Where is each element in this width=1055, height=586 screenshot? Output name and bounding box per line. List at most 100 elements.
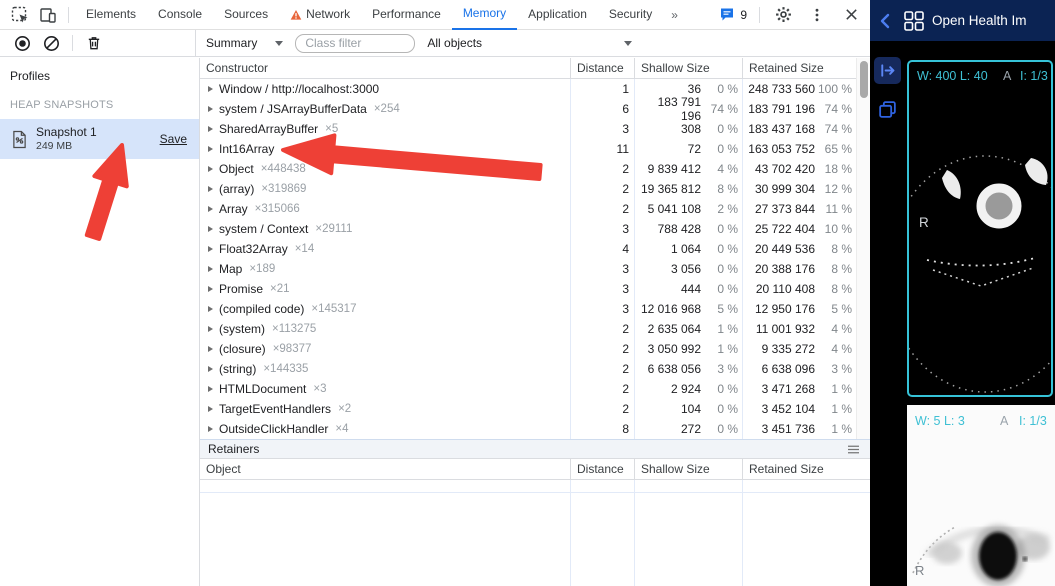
disclosure-triangle-icon[interactable] [208, 186, 213, 192]
column-distance[interactable]: Distance [570, 58, 634, 78]
table-row[interactable]: TargetEventHandlers ×2 2 104 0 % 3 452 1… [200, 399, 856, 419]
table-row[interactable]: system / Context ×29111 3 788 428 0 % 25… [200, 219, 856, 239]
shallow-size-percent: 3 % [701, 362, 738, 376]
shallow-size-percent: 0 % [701, 402, 738, 416]
disclosure-triangle-icon[interactable] [208, 206, 213, 212]
shallow-size-value: 272 [635, 422, 701, 436]
clear-icon[interactable] [43, 35, 60, 52]
table-row[interactable]: (string) ×144335 2 6 638 056 3 % 6 638 0… [200, 359, 856, 379]
shallow-size-percent: 0 % [701, 422, 738, 436]
kebab-menu-icon[interactable] [808, 6, 826, 24]
constructor-name: HTMLDocument [219, 382, 306, 396]
viewport-ct-axial[interactable]: W: 400 L: 40 A I: 1/3 R [907, 60, 1053, 397]
column-shallow-size[interactable]: Shallow Size [634, 58, 742, 78]
perspective-select[interactable]: Summary [206, 36, 283, 50]
objects-scope-select[interactable]: All objects [427, 36, 632, 50]
snapshot-item[interactable]: Snapshot 1 249 MB Save [0, 119, 199, 159]
tab-performance[interactable]: Performance [361, 0, 452, 30]
table-row[interactable]: Map ×189 3 3 056 0 % 20 388 176 8 % [200, 259, 856, 279]
delete-icon[interactable] [85, 35, 102, 52]
disclosure-triangle-icon[interactable] [208, 86, 213, 92]
disclosure-triangle-icon[interactable] [208, 346, 213, 352]
distance-value: 2 [570, 359, 634, 379]
table-row[interactable]: (closure) ×98377 2 3 050 992 1 % 9 335 2… [200, 339, 856, 359]
viewport-pet-axial[interactable]: W: 5 L: 3 A I: 1/3 R [907, 405, 1055, 586]
distance-value: 2 [570, 399, 634, 419]
class-filter-input[interactable] [295, 34, 415, 53]
tab-sources[interactable]: Sources [213, 0, 279, 30]
tab-memory[interactable]: Memory [452, 0, 517, 30]
column-retained-size[interactable]: Retained Size [742, 58, 856, 78]
disclosure-triangle-icon[interactable] [208, 226, 213, 232]
table-row[interactable]: SharedArrayBuffer ×5 3 308 0 % 183 437 1… [200, 119, 856, 139]
grid-scrollbar[interactable] [856, 58, 870, 439]
tab-security[interactable]: Security [598, 0, 663, 30]
constructor-name: system / Context [219, 222, 308, 236]
disclosure-triangle-icon[interactable] [208, 366, 213, 372]
disclosure-triangle-icon[interactable] [208, 166, 213, 172]
disclosure-triangle-icon[interactable] [208, 406, 213, 412]
disclosure-triangle-icon[interactable] [208, 106, 213, 112]
back-chevron-icon[interactable] [876, 11, 896, 31]
table-row[interactable]: HTMLDocument ×3 2 2 924 0 % 3 471 268 1 … [200, 379, 856, 399]
shallow-size-value: 6 638 056 [635, 362, 701, 376]
disclosure-triangle-icon[interactable] [208, 306, 213, 312]
close-icon[interactable] [842, 6, 860, 24]
shallow-size-value: 3 056 [635, 262, 701, 276]
disclosure-triangle-icon[interactable] [208, 126, 213, 132]
retained-size-value: 3 451 736 [743, 422, 815, 436]
disclosure-triangle-icon[interactable] [208, 266, 213, 272]
constructor-name: Int16Array [219, 142, 274, 156]
column-distance[interactable]: Distance [570, 459, 634, 479]
disclosure-triangle-icon[interactable] [208, 326, 213, 332]
table-row[interactable]: (compiled code) ×145317 3 12 016 968 5 %… [200, 299, 856, 319]
column-constructor[interactable]: Constructor [200, 58, 570, 78]
disclosure-triangle-icon[interactable] [208, 246, 213, 252]
tab-network[interactable]: Network [279, 0, 361, 30]
save-link[interactable]: Save [160, 132, 187, 146]
column-object[interactable]: Object [200, 459, 570, 479]
table-row[interactable]: Int16Array 11 72 0 % 163 053 752 65 % [200, 139, 856, 159]
inspect-icon[interactable] [11, 6, 29, 24]
more-tabs-button[interactable]: » [663, 8, 687, 22]
device-toolbar-icon[interactable] [39, 6, 57, 24]
layers-icon[interactable] [877, 99, 898, 120]
shallow-size-percent: 74 % [701, 102, 738, 116]
disclosure-triangle-icon[interactable] [208, 426, 213, 432]
constructor-name: system / JSArrayBufferData [219, 102, 367, 116]
tab-elements[interactable]: Elements [75, 0, 147, 30]
retainers-menu-icon[interactable] [847, 444, 860, 455]
tab-application[interactable]: Application [517, 0, 598, 30]
disclosure-triangle-icon[interactable] [208, 386, 213, 392]
imaging-viewer-panel: Open Health Im W: 400 L: 40 A I: 1/3 [870, 0, 1055, 586]
table-row[interactable]: Float32Array ×14 4 1 064 0 % 20 449 536 … [200, 239, 856, 259]
column-shallow-size[interactable]: Shallow Size [634, 459, 742, 479]
retainers-header: Object Distance Shallow Size Retained Si… [200, 459, 870, 480]
record-icon[interactable] [14, 35, 31, 52]
table-row[interactable]: (array) ×319869 2 19 365 812 8 % 30 999 … [200, 179, 856, 199]
layout-grid-icon[interactable] [904, 11, 924, 31]
scrollbar-thumb[interactable] [860, 61, 868, 98]
panel-open-icon[interactable] [874, 57, 901, 84]
distance-value: 2 [570, 159, 634, 179]
table-row[interactable]: OutsideClickHandler ×4 8 272 0 % 3 451 7… [200, 419, 856, 439]
window-level-overlay: W: 400 L: 40 [917, 69, 988, 83]
devtools-tabbar: Elements Console Sources Network Perform… [0, 0, 870, 30]
retained-size-value: 43 702 420 [743, 162, 815, 176]
table-row[interactable]: Object ×448438 2 9 839 412 4 % 43 702 42… [200, 159, 856, 179]
disclosure-triangle-icon[interactable] [208, 286, 213, 292]
settings-gear-icon[interactable] [774, 6, 792, 24]
retainers-panel: Retainers Object Distance Shallow Size R… [200, 439, 870, 586]
table-row[interactable]: Promise ×21 3 444 0 % 20 110 408 8 % [200, 279, 856, 299]
table-row[interactable]: Window / http://localhost:3000 1 36 0 % … [200, 79, 856, 99]
retained-size-percent: 100 % [815, 82, 852, 96]
disclosure-triangle-icon[interactable] [208, 146, 213, 152]
table-row[interactable]: system / JSArrayBufferData ×254 6 183 79… [200, 99, 856, 119]
table-row[interactable]: Array ×315066 2 5 041 108 2 % 27 373 844… [200, 199, 856, 219]
tab-console[interactable]: Console [147, 0, 213, 30]
shallow-size-value: 104 [635, 402, 701, 416]
console-messages-button[interactable]: 9 [713, 7, 753, 22]
table-row[interactable]: (system) ×113275 2 2 635 064 1 % 11 001 … [200, 319, 856, 339]
column-retained-size[interactable]: Retained Size [742, 459, 870, 479]
shallow-size-percent: 0 % [701, 82, 738, 96]
